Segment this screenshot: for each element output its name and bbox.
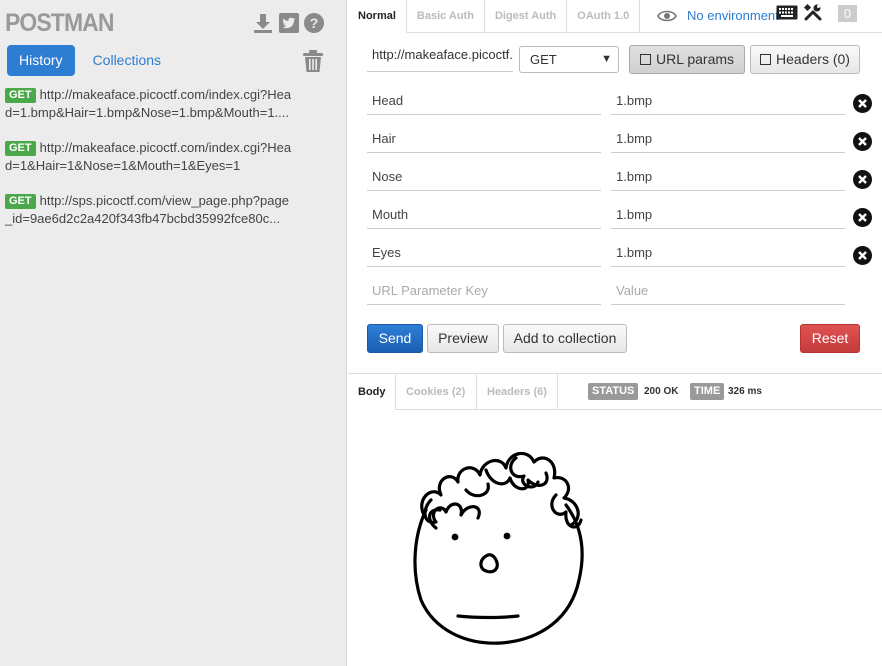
history-url: http://makeaface.picoctf.com/index.cgi?H…	[5, 87, 292, 120]
edit-icon	[639, 54, 651, 65]
tab-basic-auth[interactable]: Basic Auth	[407, 0, 485, 33]
tab-response-cookies[interactable]: Cookies (2)	[396, 374, 477, 410]
url-input[interactable]: http://makeaface.picoctf.com/index.cgi	[367, 47, 513, 72]
help-icon[interactable]: ?	[304, 13, 324, 33]
edit-icon	[760, 54, 772, 65]
sidebar-tabs: History Collections	[7, 45, 173, 76]
send-button[interactable]: Send	[367, 324, 423, 353]
time-label: TIME	[690, 383, 725, 400]
download-icon[interactable]	[253, 13, 273, 33]
history-item[interactable]: GET http://sps.picoctf.com/view_page.php?…	[5, 192, 295, 228]
trash-icon[interactable]	[303, 50, 323, 72]
param-value-input[interactable]: 1.bmp	[611, 239, 845, 267]
response-bar: Body Cookies (2) Headers (6) STATUS 200 …	[348, 373, 882, 410]
headers-button[interactable]: Headers (0)	[750, 45, 860, 74]
param-value-input[interactable]: 1.bmp	[611, 163, 845, 191]
request-count-badge: 0	[838, 5, 857, 22]
url-params-label: URL params	[655, 51, 735, 67]
new-param-value-input[interactable]: Value	[611, 277, 845, 305]
wrench-icon[interactable]	[804, 4, 822, 22]
history-item[interactable]: GET http://makeaface.picoctf.com/index.cg…	[5, 86, 295, 122]
eye-icon[interactable]	[657, 9, 677, 23]
auth-tabs: Normal Basic Auth Digest Auth OAuth 1.0	[348, 0, 882, 33]
remove-icon[interactable]	[853, 246, 872, 265]
remove-icon[interactable]	[853, 94, 872, 113]
headers-label: Headers (0)	[776, 51, 850, 67]
sidebar: POSTMAN ? History Collections GET http://…	[0, 0, 347, 666]
tab-normal[interactable]: Normal	[348, 0, 407, 33]
twitter-icon[interactable]	[279, 13, 299, 33]
reset-button[interactable]: Reset	[800, 324, 860, 353]
method-badge: GET	[5, 194, 36, 209]
time-value: 326 ms	[728, 386, 762, 397]
main-panel: Normal Basic Auth Digest Auth OAuth 1.0 …	[348, 0, 882, 666]
param-key-input[interactable]: Mouth	[367, 201, 601, 229]
app-logo: POSTMAN	[5, 9, 114, 37]
tab-digest-auth[interactable]: Digest Auth	[485, 0, 568, 33]
tab-response-headers[interactable]: Headers (6)	[477, 374, 558, 410]
method-value: GET	[530, 52, 557, 67]
svg-text:?: ?	[310, 15, 319, 31]
url-params-button[interactable]: URL params	[629, 45, 745, 74]
chevron-down-icon: ▼	[601, 53, 612, 65]
param-key-input[interactable]: Eyes	[367, 239, 601, 267]
tab-collections[interactable]: Collections	[81, 45, 173, 76]
status-value: 200 OK	[644, 386, 679, 397]
method-badge: GET	[5, 88, 36, 103]
param-row: Mouth 1.bmp	[367, 201, 882, 231]
remove-icon[interactable]	[853, 208, 872, 227]
remove-icon[interactable]	[853, 132, 872, 151]
param-row: Eyes 1.bmp	[367, 239, 882, 269]
param-key-input[interactable]: Head	[367, 87, 601, 115]
param-value-input[interactable]: 1.bmp	[611, 201, 845, 229]
tab-oauth[interactable]: OAuth 1.0	[567, 0, 641, 33]
environment-selector[interactable]: No environment	[687, 8, 779, 23]
history-url: http://makeaface.picoctf.com/index.cgi?H…	[5, 140, 292, 173]
response-image	[413, 451, 584, 645]
param-row: Head 1.bmp	[367, 87, 882, 117]
tab-response-body[interactable]: Body	[348, 374, 396, 410]
method-badge: GET	[5, 141, 36, 156]
status-label: STATUS	[588, 383, 639, 400]
history-url: http://sps.picoctf.com/view_page.php?pag…	[5, 193, 289, 226]
param-row: Hair 1.bmp	[367, 125, 882, 155]
param-value-input[interactable]: 1.bmp	[611, 87, 845, 115]
remove-icon[interactable]	[853, 170, 872, 189]
add-to-collection-button[interactable]: Add to collection	[503, 324, 627, 353]
keyboard-icon[interactable]	[776, 5, 798, 20]
tab-history[interactable]: History	[7, 45, 75, 76]
param-row: Nose 1.bmp	[367, 163, 882, 193]
history-item[interactable]: GET http://makeaface.picoctf.com/index.cg…	[5, 139, 295, 175]
param-key-input[interactable]: Nose	[367, 163, 601, 191]
preview-button[interactable]: Preview	[427, 324, 499, 353]
method-select[interactable]: GET ▼	[519, 46, 619, 73]
history-list: GET http://makeaface.picoctf.com/index.cg…	[5, 86, 295, 245]
param-key-input[interactable]: Hair	[367, 125, 601, 153]
new-param-key-input[interactable]: URL Parameter Key	[367, 277, 601, 305]
param-row-new: URL Parameter Key Value	[367, 277, 882, 307]
param-value-input[interactable]: 1.bmp	[611, 125, 845, 153]
